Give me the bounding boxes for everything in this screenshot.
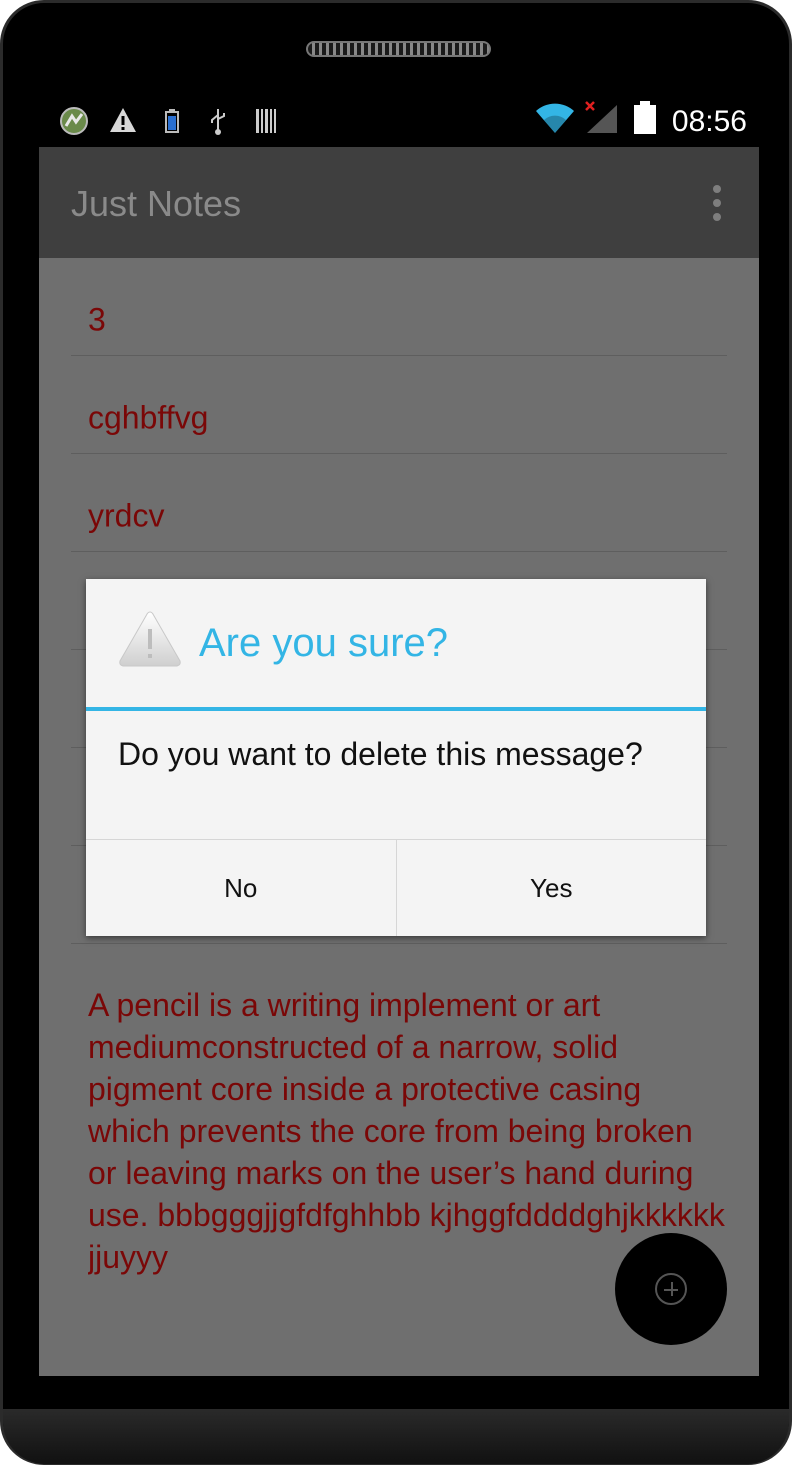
list-item[interactable]: cghbffvg [71,356,727,454]
dialog-header: Are you sure? [86,579,706,707]
bottom-bezel [3,1409,789,1464]
usb-icon [207,107,229,141]
yes-button[interactable]: Yes [395,840,707,936]
app-badge-icon [59,106,89,142]
add-note-button[interactable] [615,1233,727,1345]
warning-icon [118,609,182,669]
confirm-delete-dialog: Are you sure? Do you want to delete this… [86,579,706,936]
list-item[interactable]: yrdcv [71,454,727,552]
dialog-button-bar: No Yes [86,839,706,936]
no-signal-icon [583,101,621,141]
wifi-icon [535,103,575,141]
list-item[interactable]: 3 [71,258,727,356]
status-bar: 08:56 [39,93,759,147]
action-bar: Just Notes [39,147,759,258]
battery-icon [633,101,657,141]
note-text: 3 [88,301,106,338]
note-text: cghbffvg [88,399,209,436]
battery-small-icon [165,109,179,139]
dialog-title-divider [86,707,706,711]
app-title: Just Notes [71,183,242,224]
add-circle-icon [655,1273,687,1305]
status-time: 08:56 [671,105,747,138]
note-text: yrdcv [88,497,165,534]
barcode-icon [255,109,277,139]
speaker-grille [306,41,491,57]
overflow-menu-icon[interactable] [711,185,723,221]
dialog-message: Do you want to delete this message? [118,736,643,772]
warning-icon [109,107,137,139]
no-button[interactable]: No [86,840,396,936]
dialog-title: Are you sure? [199,621,449,665]
